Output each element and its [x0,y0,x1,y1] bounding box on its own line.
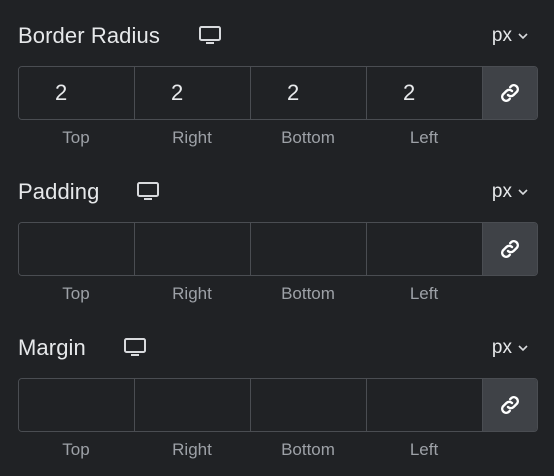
right-input[interactable] [135,223,251,275]
right-label: Right [172,440,212,459]
dimension-labels: Top Right Bottom Left [18,440,482,464]
top-input[interactable] [19,67,135,119]
right-input[interactable] [135,67,251,119]
link-values-button[interactable] [483,223,537,275]
link-values-button[interactable] [483,379,537,431]
left-input[interactable] [367,67,483,119]
left-input[interactable] [367,223,483,275]
top-input[interactable] [19,379,135,431]
link-icon [501,84,519,102]
dimension-labels: Top Right Bottom Left [18,128,482,152]
left-label: Left [409,284,439,303]
link-icon [501,396,519,414]
units-dropdown[interactable]: px [492,336,528,360]
top-input[interactable] [19,223,135,275]
bottom-input[interactable] [251,223,367,275]
chevron-down-icon [518,345,528,352]
top-label: Top [62,440,90,459]
left-input[interactable] [367,379,483,431]
link-values-button[interactable] [483,67,537,119]
dimensions-inputs [18,222,538,276]
unit-label: px [491,25,512,46]
desktop-icon[interactable] [136,182,160,202]
dimensions-inputs [18,66,538,120]
right-label: Right [172,284,212,303]
right-input[interactable] [135,379,251,431]
left-label: Left [409,440,439,459]
left-label: Left [409,128,439,147]
top-label: Top [62,284,90,303]
dimension-labels: Top Right Bottom Left [18,284,482,308]
units-dropdown[interactable]: px [492,24,528,48]
control-title: Margin [18,335,86,360]
bottom-label: Bottom [281,284,335,303]
chevron-down-icon [518,189,528,196]
bottom-input[interactable] [251,67,367,119]
bottom-label: Bottom [281,440,335,459]
control-title: Padding [18,179,100,204]
bottom-input[interactable] [251,379,367,431]
units-dropdown[interactable]: px [492,180,528,204]
control-title: Border Radius [18,23,160,48]
unit-label: px [491,337,512,358]
chevron-down-icon [518,33,528,40]
desktop-icon[interactable] [123,338,147,358]
desktop-icon[interactable] [198,26,222,46]
unit-label: px [491,181,512,202]
right-label: Right [172,128,212,147]
control-header: Padding px [18,174,528,210]
bottom-label: Bottom [281,128,335,147]
dimensions-inputs [18,378,538,432]
control-header: Border Radius px [18,18,528,54]
link-icon [501,240,519,258]
control-header: Margin px [18,330,528,366]
top-label: Top [62,128,90,147]
